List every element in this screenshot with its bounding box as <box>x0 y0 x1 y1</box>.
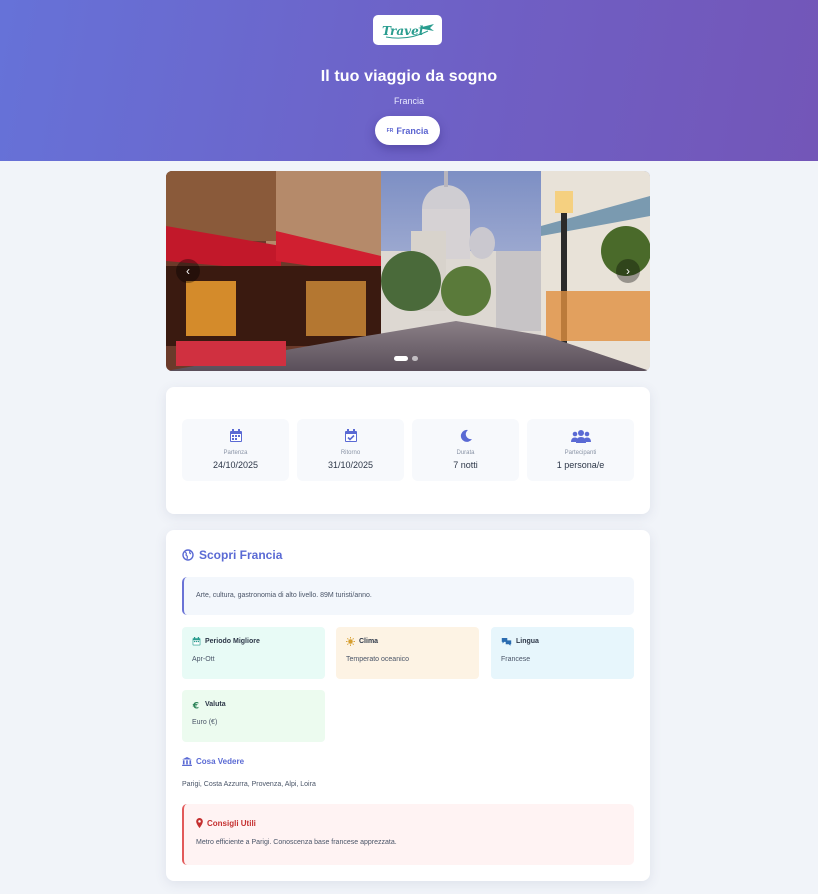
info-label: Partenza <box>223 450 248 456</box>
info-label: Durata <box>456 450 475 456</box>
carousel-next-button[interactable]: › <box>616 259 640 283</box>
carousel-indicators <box>394 356 418 361</box>
tips-text: Metro efficiente a Parigi. Conoscenza ba… <box>196 839 397 846</box>
chat-icon <box>501 637 512 646</box>
feature-value: Apr-Ott <box>192 656 215 663</box>
carousel-dot-2[interactable] <box>412 356 418 361</box>
travel-logo[interactable]: Travel <box>373 15 442 45</box>
trip-info-card: Partenza 24/10/2025 Ritorno 31/10/2025 D… <box>166 387 650 514</box>
feature-value: Francese <box>501 656 531 663</box>
what-to-see-title-text: Cosa Vedere <box>196 757 245 766</box>
tips-title-text: Consigli Utili <box>207 818 256 828</box>
country-label: Francia <box>396 125 429 136</box>
calendar-check-icon <box>297 427 404 445</box>
calendar-icon <box>182 427 289 445</box>
info-departure: Partenza 24/10/2025 <box>182 419 289 481</box>
globe-icon <box>182 549 194 561</box>
feature-title: Valuta <box>205 701 226 708</box>
travel-logo-icon: Travel <box>382 24 434 39</box>
map-pin-icon <box>196 818 203 828</box>
info-value: 7 notti <box>453 460 478 470</box>
flag-icon: FR <box>386 127 394 134</box>
info-participants: Partecipanti 1 persona/e <box>527 419 634 481</box>
sun-icon <box>346 637 355 646</box>
calendar-icon <box>192 637 201 646</box>
what-to-see-text: Parigi, Costa Azzurra, Provenza, Alpi, L… <box>182 781 316 788</box>
page-title: Il tuo viaggio da sogno <box>320 68 498 85</box>
info-label: Ritorno <box>340 450 361 456</box>
feature-best-period: Periodo Migliore Apr-Ott <box>182 627 325 679</box>
trip-info-grid: Partenza 24/10/2025 Ritorno 31/10/2025 D… <box>182 419 634 481</box>
info-value: 31/10/2025 <box>327 460 374 470</box>
discover-title: Scopri Francia <box>182 548 282 562</box>
paris-montmartre-image <box>166 171 650 371</box>
info-return: Ritorno 31/10/2025 <box>297 419 404 481</box>
feature-title: Lingua <box>516 638 539 645</box>
carousel-prev-button[interactable]: ‹ <box>176 259 200 283</box>
euro-icon: € <box>192 701 199 709</box>
image-carousel[interactable]: ‹ › <box>166 171 650 371</box>
feature-title: Periodo Migliore <box>205 638 260 645</box>
moon-icon <box>412 427 519 445</box>
landmark-icon <box>182 757 192 766</box>
carousel-dot-1[interactable] <box>394 356 408 361</box>
feature-currency: € Valuta Euro (€) <box>182 690 325 742</box>
info-label: Partecipanti <box>564 450 597 456</box>
country-description: Arte, cultura, gastronomia di alto livel… <box>182 577 634 615</box>
users-icon <box>527 427 634 445</box>
discover-card: Scopri Francia Arte, cultura, gastronomi… <box>166 530 650 881</box>
feature-value: Euro (€) <box>192 719 218 726</box>
info-duration: Durata 7 notti <box>412 419 519 481</box>
tips-box: Consigli Utili Metro efficiente a Parigi… <box>182 804 634 865</box>
info-value: 24/10/2025 <box>212 460 259 470</box>
feature-climate: Clima Temperato oceanico <box>336 627 479 679</box>
page-subtitle: Francia <box>393 96 424 106</box>
country-button[interactable]: FR Francia <box>375 116 440 145</box>
feature-language: Lingua Francese <box>491 627 634 679</box>
feature-title: Clima <box>359 638 379 645</box>
what-to-see-title: Cosa Vedere <box>182 757 244 766</box>
feature-value: Temperato oceanico <box>346 656 410 663</box>
svg-text:€: € <box>192 701 199 709</box>
info-value: 1 persona/e <box>556 460 605 470</box>
discover-title-text: Scopri Francia <box>199 548 283 562</box>
svg-text:Travel: Travel <box>382 24 424 38</box>
hero-header: Travel Il tuo viaggio da sogno Francia F… <box>0 0 818 161</box>
